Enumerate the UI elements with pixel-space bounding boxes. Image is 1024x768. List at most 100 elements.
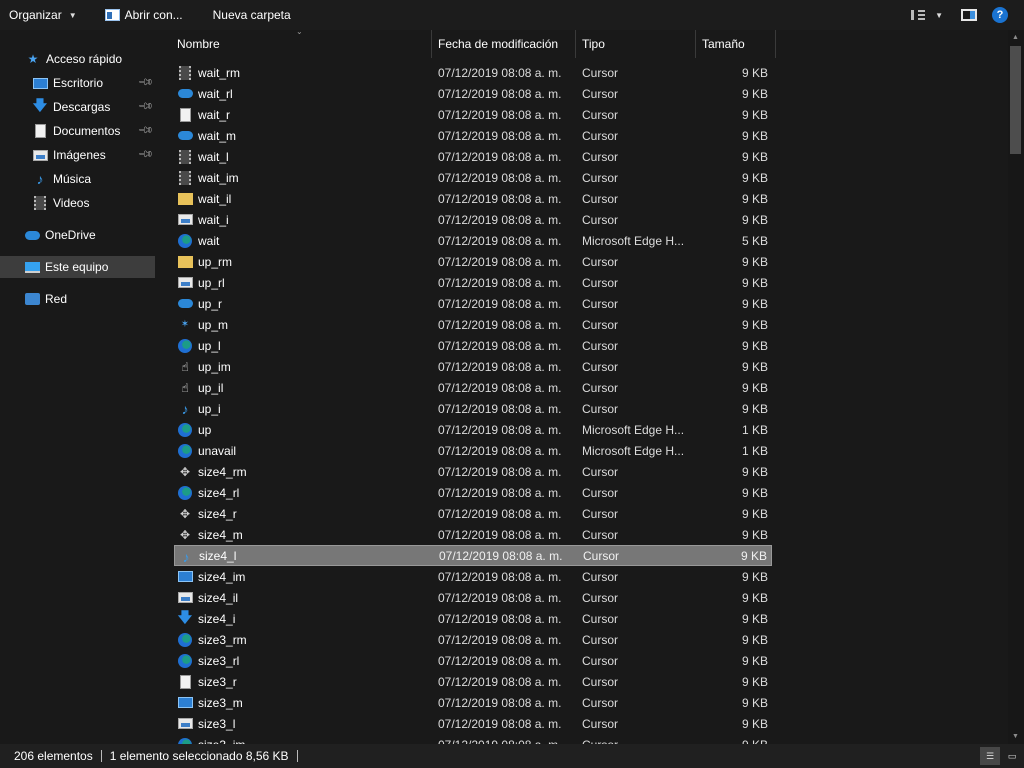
file-row[interactable]: size3_rl 07/12/2019 08:08 a. m. Cursor 9 KB [174, 650, 772, 671]
file-date: 07/12/2019 08:08 a. m. [438, 275, 562, 290]
file-type: Cursor [582, 128, 619, 143]
nav-item-onedrive[interactable]: OneDrive [0, 224, 155, 246]
nav-label: Documentos [53, 124, 121, 138]
scrollbar-thumb[interactable] [1010, 46, 1021, 154]
file-date: 07/12/2019 08:08 a. m. [438, 653, 562, 668]
file-row[interactable]: wait_il 07/12/2019 08:08 a. m. Cursor 9 KB [174, 188, 772, 209]
file-name: up_l [198, 338, 221, 353]
open-with-button[interactable]: Abrir con... [96, 0, 192, 30]
file-row[interactable]: wait_im 07/12/2019 08:08 a. m. Cursor 9 KB [174, 167, 772, 188]
file-type: Cursor [582, 464, 619, 479]
file-name: wait_im [198, 170, 239, 185]
file-date: 07/12/2019 08:08 a. m. [438, 422, 562, 437]
file-row[interactable]: ✥ size4_r 07/12/2019 08:08 a. m. Cursor 9 KB [174, 503, 772, 524]
change-view-button[interactable]: ▼ [905, 0, 949, 30]
file-row[interactable]: 🡇 size4_i 07/12/2019 08:08 a. m. Cursor 9 KB [174, 608, 772, 629]
film-icon [177, 170, 193, 185]
edge-icon [177, 422, 193, 437]
file-date: 07/12/2019 08:08 a. m. [438, 65, 562, 80]
nav-label: Descargas [53, 100, 111, 114]
star-icon: ★ [27, 52, 39, 66]
nav-item-network[interactable]: Red [0, 288, 155, 310]
file-row[interactable]: up_rl 07/12/2019 08:08 a. m. Cursor 9 KB [174, 272, 772, 293]
nav-label: Escritorio [53, 76, 104, 90]
nav-item-quick-access[interactable]: ★ Acceso rápido [0, 48, 155, 70]
nav-item-desktop[interactable]: Escritorio 📌︎ [0, 72, 155, 94]
file-row[interactable]: unavail 07/12/2019 08:08 a. m. Microsoft E… [174, 440, 772, 461]
file-row[interactable]: wait_r 07/12/2019 08:08 a. m. Cursor 9 KB [174, 104, 772, 125]
large-icons-view-icon[interactable]: ▭ [1002, 747, 1022, 765]
file-name: wait_r [198, 107, 231, 122]
file-row[interactable]: ✥ size4_m 07/12/2019 08:08 a. m. Cursor 9 KB [174, 524, 772, 545]
nav-item-videos[interactable]: Videos [0, 192, 155, 214]
file-date: 07/12/2019 08:08 a. m. [438, 338, 562, 353]
file-name: size4_i [198, 611, 236, 626]
file-type: Cursor [582, 674, 619, 689]
file-date: 07/12/2019 08:08 a. m. [438, 212, 562, 227]
new-folder-button[interactable]: Nueva carpeta [204, 0, 300, 30]
file-row[interactable]: wait_rl 07/12/2019 08:08 a. m. Cursor 9 KB [174, 83, 772, 104]
file-row[interactable]: up 07/12/2019 08:08 a. m. Microsoft Edge H… [174, 419, 772, 440]
nav-label: Imágenes [53, 148, 106, 162]
vertical-scrollbar[interactable]: ▲ ▼ [1008, 30, 1024, 744]
file-row[interactable]: size4_rl 07/12/2019 08:08 a. m. Cursor 9 KB [174, 482, 772, 503]
nav-item-pictures[interactable]: Imágenes 📌︎ [0, 144, 155, 166]
edge-icon [177, 233, 193, 248]
nav-item-music[interactable]: ♪ Música [0, 168, 155, 190]
file-row[interactable]: size3_r 07/12/2019 08:08 a. m. Cursor 9 KB [174, 671, 772, 692]
file-row[interactable]: wait 07/12/2019 08:08 a. m. Microsoft Edge… [174, 230, 772, 251]
file-name: unavail [198, 443, 237, 458]
help-icon[interactable]: ? [992, 7, 1008, 23]
file-row[interactable]: ♪ size4_l 07/12/2019 08:08 a. m. Cursor 9 KB [174, 545, 772, 566]
file-row[interactable]: ☝ up_il 07/12/2019 08:08 a. m. Cursor 9 KB [174, 377, 772, 398]
file-row[interactable]: wait_rm 07/12/2019 08:08 a. m. Cursor 9 KB [174, 62, 772, 83]
file-row[interactable]: size3_m 07/12/2019 08:08 a. m. Cursor 9 KB [174, 692, 772, 713]
file-name: size3_l [198, 716, 236, 731]
scroll-up-icon[interactable]: ▲ [1012, 34, 1019, 41]
file-row[interactable]: ☝ up_im 07/12/2019 08:08 a. m. Cursor 9 KB [174, 356, 772, 377]
column-date[interactable]: Fecha de modificación [432, 30, 576, 58]
file-row[interactable]: up_rm 07/12/2019 08:08 a. m. Cursor 9 KB [174, 251, 772, 272]
preview-pane-icon[interactable] [961, 9, 977, 21]
file-row[interactable]: size3_l 07/12/2019 08:08 a. m. Cursor 9 KB [174, 713, 772, 734]
file-row[interactable]: size4_im 07/12/2019 08:08 a. m. Cursor 9 KB [174, 566, 772, 587]
file-name: up_il [198, 380, 224, 395]
file-row[interactable]: size3_rm 07/12/2019 08:08 a. m. Cursor 9 KB [174, 629, 772, 650]
nav-label: Música [53, 172, 92, 186]
nav-item-downloads[interactable]: 🡇 Descargas 📌︎ [0, 96, 155, 118]
file-row[interactable]: ♪ up_i 07/12/2019 08:08 a. m. Cursor 9 KB [174, 398, 772, 419]
file-row[interactable]: wait_i 07/12/2019 08:08 a. m. Cursor 9 KB [174, 209, 772, 230]
file-size: 9 KB [741, 401, 768, 416]
file-row[interactable]: ✶ up_m 07/12/2019 08:08 a. m. Cursor 9 KB [174, 314, 772, 335]
nav-item-documents[interactable]: Documentos 📌︎ [0, 120, 155, 142]
file-row[interactable]: up_r 07/12/2019 08:08 a. m. Cursor 9 KB [174, 293, 772, 314]
monitor-icon [177, 569, 193, 584]
edge-icon [177, 632, 193, 647]
image-icon [177, 275, 193, 290]
organize-button[interactable]: Organizar ▼ [0, 0, 86, 30]
nav-item-this-pc[interactable]: Este equipo [0, 256, 155, 278]
file-name: wait_l [198, 149, 229, 164]
file-row[interactable]: ✥ size4_rm 07/12/2019 08:08 a. m. Cursor 9 K… [174, 461, 772, 482]
pin-icon[interactable]: 📌︎ [137, 74, 154, 91]
file-type: Cursor [582, 506, 619, 521]
file-row[interactable]: size3_im07/12/2019 08:08 a. m.Cursor9 KB [174, 734, 772, 744]
scroll-down-icon[interactable]: ▼ [1012, 733, 1019, 740]
pin-icon[interactable]: 📌︎ [137, 122, 154, 139]
file-name: wait_m [198, 128, 237, 143]
column-type[interactable]: Tipo [576, 30, 696, 58]
column-name[interactable]: Nombre [171, 30, 432, 58]
file-type: Cursor [582, 527, 619, 542]
status-bar: 206 elementos 1 elemento seleccionado 8,… [0, 744, 1024, 768]
file-date: 07/12/2019 08:08 a. m. [438, 128, 562, 143]
file-row[interactable]: wait_m 07/12/2019 08:08 a. m. Cursor 9 KB [174, 125, 772, 146]
pin-icon[interactable]: 📌︎ [137, 98, 154, 115]
file-row[interactable]: up_l 07/12/2019 08:08 a. m. Cursor 9 KB [174, 335, 772, 356]
column-size[interactable]: Tamaño [696, 30, 776, 58]
document-icon [177, 107, 193, 122]
file-row[interactable]: size4_il 07/12/2019 08:08 a. m. Cursor 9 KB [174, 587, 772, 608]
details-view-icon[interactable]: ☰ [980, 747, 1000, 765]
file-row[interactable]: wait_l 07/12/2019 08:08 a. m. Cursor 9 KB [174, 146, 772, 167]
pin-icon[interactable]: 📌︎ [137, 146, 154, 163]
cloud-icon [177, 86, 193, 101]
